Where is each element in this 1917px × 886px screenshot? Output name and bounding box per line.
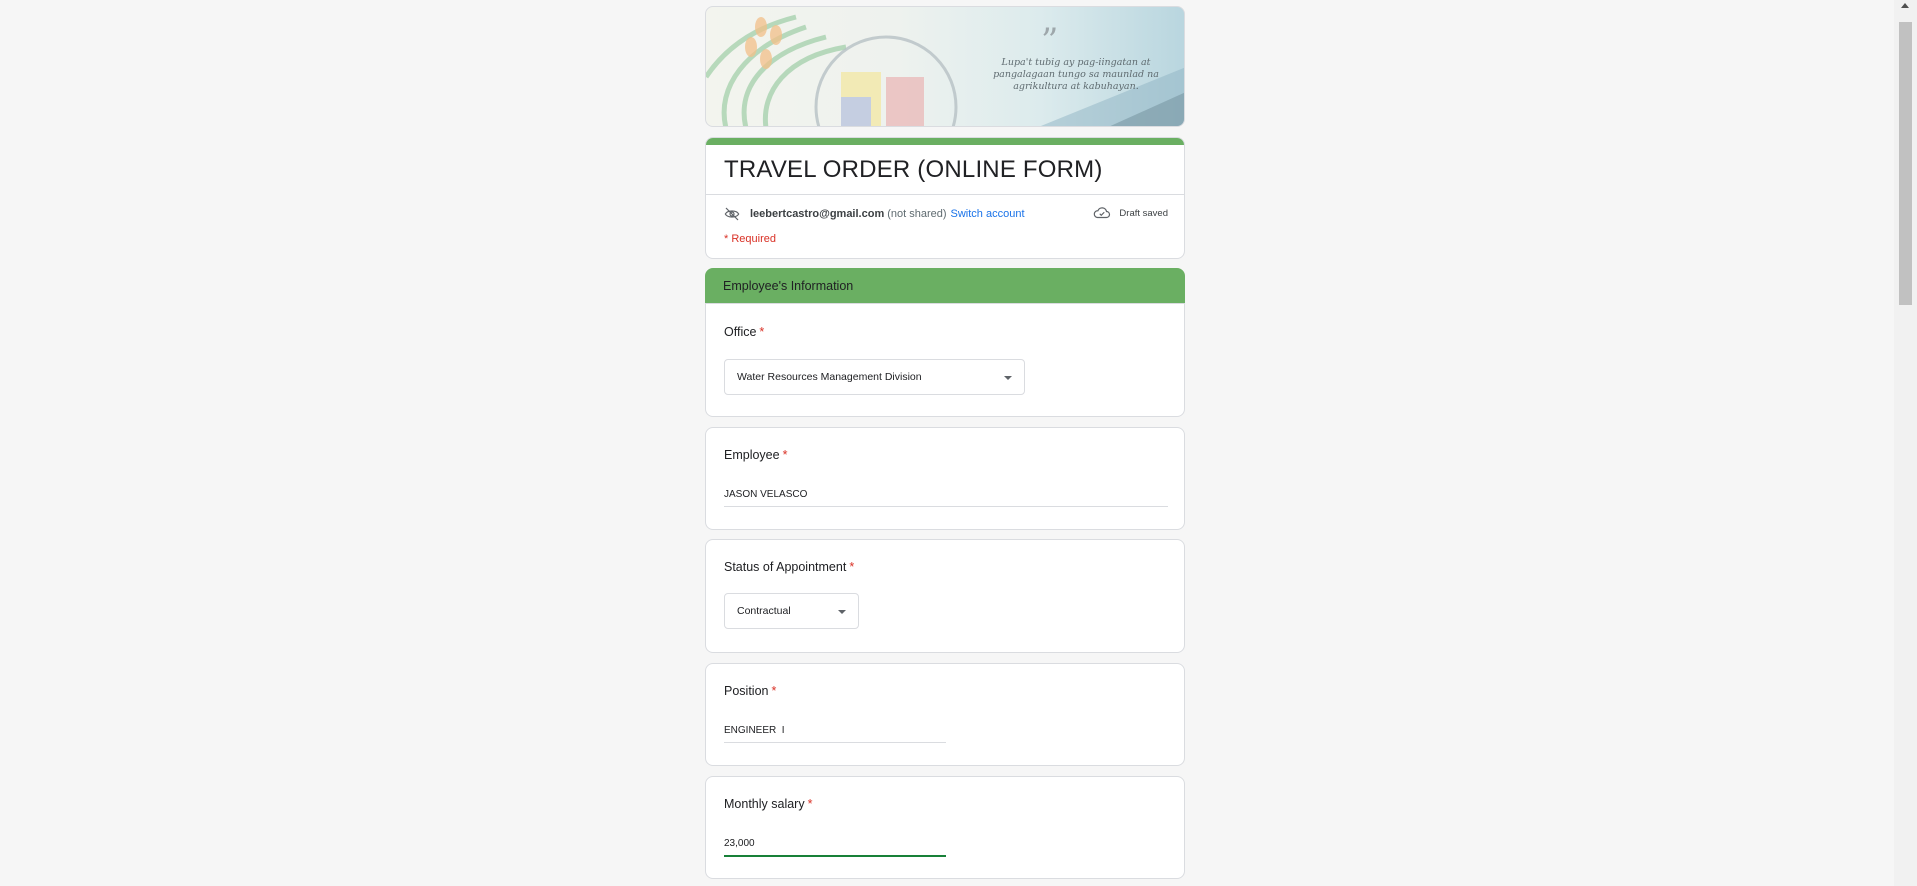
question-label-status: Status of Appointment * xyxy=(724,560,855,574)
status-dropdown[interactable]: Contractual xyxy=(724,593,859,629)
eye-off-icon xyxy=(724,207,740,221)
office-selected-value: Water Resources Management Division xyxy=(737,371,922,383)
required-star: * xyxy=(807,797,813,811)
required-star: * xyxy=(849,560,855,574)
switch-account-link[interactable]: Switch account xyxy=(951,208,1025,220)
arrow-drop-down-icon xyxy=(838,610,846,614)
question-card-office: Office * Water Resources Management Divis… xyxy=(705,303,1185,417)
form-title-card: TRAVEL ORDER (ONLINE FORM) leebertcastro… xyxy=(705,137,1185,259)
arrow-drop-down-icon xyxy=(1004,376,1012,380)
theme-accent-bar xyxy=(706,138,1184,145)
question-label-position: Position * xyxy=(724,684,777,698)
status-selected-value: Contractual xyxy=(737,605,791,617)
question-card-employee: Employee * JASON VELASCO xyxy=(705,427,1185,530)
question-card-salary: Monthly salary * 23,000 xyxy=(705,776,1185,879)
quote-mark-icon: ” xyxy=(1041,21,1058,61)
title-divider xyxy=(706,194,1184,195)
page-scrollbar[interactable] xyxy=(1894,0,1917,886)
required-note: * Required xyxy=(724,233,776,245)
office-dropdown[interactable]: Water Resources Management Division xyxy=(724,359,1025,395)
scrollbar-thumb[interactable] xyxy=(1899,22,1912,305)
form-title: TRAVEL ORDER (ONLINE FORM) xyxy=(724,156,1103,183)
question-label-salary: Monthly salary * xyxy=(724,797,813,811)
cloud-done-icon xyxy=(1094,207,1111,219)
banner-quote: Lupa't tubig ay pag-iingatan at pangalag… xyxy=(993,57,1159,92)
position-input[interactable]: ENGINEER I xyxy=(724,725,946,743)
employee-input[interactable]: JASON VELASCO xyxy=(724,489,1168,507)
account-email: leebertcastro@gmail.com xyxy=(750,208,885,220)
not-shared-note: (not shared) xyxy=(887,208,947,220)
form-banner-image: ” Lupa't tubig ay pag-iingatan at pangal… xyxy=(705,6,1185,127)
required-star: * xyxy=(759,325,765,339)
monthly-salary-input[interactable]: 23,000 xyxy=(724,838,946,857)
required-star: * xyxy=(782,448,788,462)
draft-status: Draft saved xyxy=(1093,204,1168,222)
question-label-office: Office * xyxy=(724,325,765,339)
account-row: leebertcastro@gmail.com (not shared) Swi… xyxy=(724,204,1168,224)
required-star: * xyxy=(771,684,777,698)
question-label-employee: Employee * xyxy=(724,448,788,462)
draft-status-text: Draft saved xyxy=(1119,207,1168,219)
section-header: Employee's Information xyxy=(705,268,1185,304)
question-card-position: Position * ENGINEER I xyxy=(705,663,1185,766)
section-title: Employee's Information xyxy=(723,279,854,293)
scroll-up-arrow-icon[interactable] xyxy=(1901,3,1909,8)
question-card-status: Status of Appointment * Contractual xyxy=(705,539,1185,653)
